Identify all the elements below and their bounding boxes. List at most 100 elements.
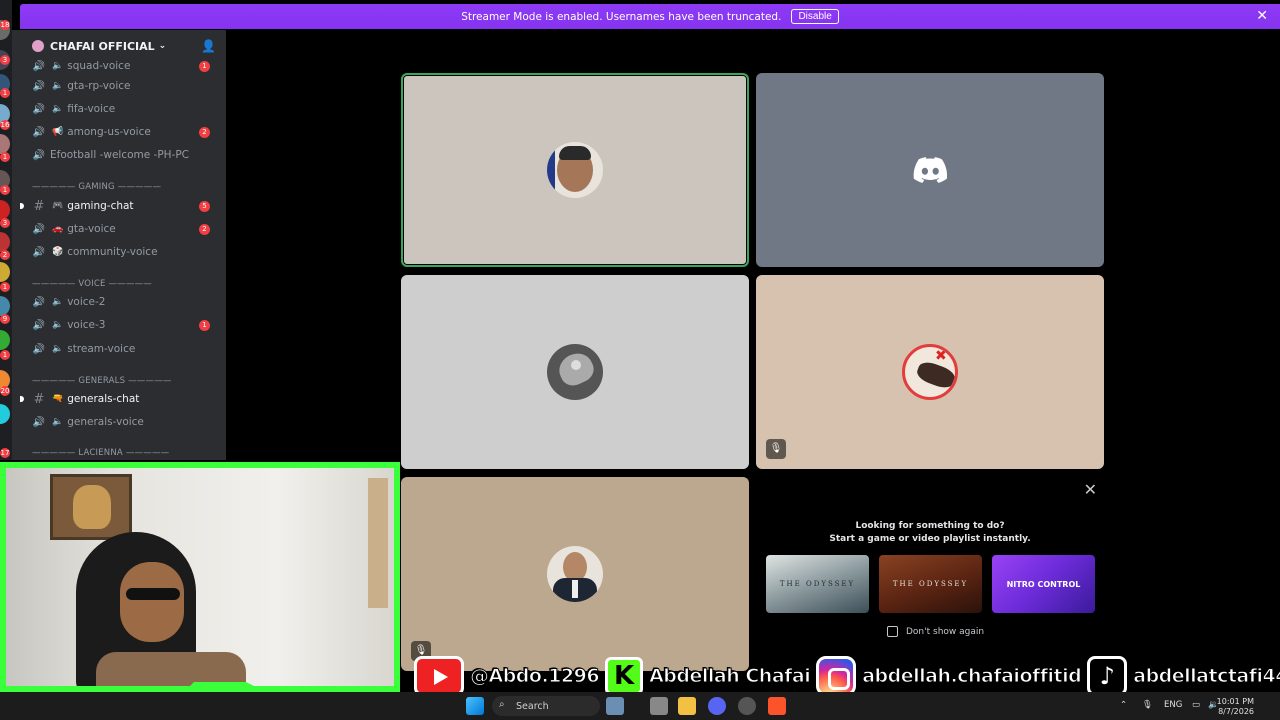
channel-generals-voice[interactable]: 🔊 🔈 generals-voice bbox=[32, 412, 222, 432]
unread-badge: 2 bbox=[199, 223, 210, 235]
speaker-icon: 🔊 bbox=[32, 319, 46, 331]
chevron-down-icon: ⌄ bbox=[158, 41, 167, 51]
channel-voice-3[interactable]: 🔊 🔈 voice-3 1 bbox=[32, 315, 222, 335]
speaker-icon: 🔊 bbox=[32, 126, 46, 138]
speaker-icon: 🔊 bbox=[32, 60, 46, 72]
activity-card[interactable]: THE ODYSSEY bbox=[766, 555, 869, 613]
language-indicator[interactable]: ENG bbox=[1164, 700, 1182, 710]
server-icon[interactable] bbox=[0, 296, 10, 316]
channel-squad-voice[interactable]: 🔊 🔈 squad-voice 1 bbox=[32, 56, 222, 76]
webcam-feed bbox=[6, 468, 394, 686]
user-avatar bbox=[547, 142, 603, 198]
channel-efootball[interactable]: 🔊 Efootball -welcome -PH-PC bbox=[32, 145, 222, 165]
channel-label: gaming-chat bbox=[67, 200, 134, 212]
server-icon[interactable] bbox=[0, 134, 10, 154]
kick-icon: K bbox=[605, 657, 644, 695]
taskbar-clock[interactable]: 10:01 PM 8/7/2026 bbox=[1217, 697, 1254, 717]
activity-title: Looking for something to do? Start a gam… bbox=[755, 520, 1105, 546]
social-bar: @Abdo.1296 K Abdellah Chafai abdellah.ch… bbox=[414, 656, 1280, 696]
dont-show-again-checkbox[interactable]: Don't show again bbox=[887, 626, 984, 637]
channel-generals-chat[interactable]: # 🔫 generals-chat bbox=[20, 389, 222, 409]
voice-tile-3[interactable] bbox=[401, 275, 749, 469]
channel-gaming-chat[interactable]: # 🎮 gaming-chat 5 bbox=[20, 196, 222, 216]
speaker-icon: 🔊 bbox=[32, 343, 46, 355]
channel-emoji-icon: 🔈 bbox=[52, 320, 64, 330]
unread-badge: 1 bbox=[199, 319, 210, 331]
category-generals[interactable]: ————— GENERALS ————— bbox=[32, 376, 172, 386]
network-icon[interactable]: ▭ bbox=[1192, 700, 1200, 710]
taskbar-search[interactable]: ⌕ Search bbox=[492, 696, 600, 716]
channel-label: squad-voice bbox=[67, 60, 131, 72]
invite-people-icon[interactable]: 👤 bbox=[201, 39, 216, 53]
rail-badge: 3 bbox=[0, 218, 10, 228]
channel-gta-rp-voice[interactable]: 🔊 🔈 gta-rp-voice bbox=[32, 76, 222, 96]
hashtag-icon: # bbox=[33, 198, 45, 214]
door bbox=[368, 478, 388, 608]
channel-emoji-icon: 🔈 bbox=[52, 61, 64, 71]
mic-muted-icon: 🎙 bbox=[766, 439, 786, 459]
category-gaming[interactable]: ————— GAMING ————— bbox=[32, 182, 161, 192]
server-icon[interactable] bbox=[0, 330, 10, 350]
file-explorer-icon[interactable] bbox=[678, 697, 696, 715]
rail-badge: 2 bbox=[0, 250, 10, 260]
widgets-icon[interactable] bbox=[606, 697, 624, 715]
obs-icon[interactable] bbox=[738, 697, 756, 715]
category-lacienna[interactable]: ————— LACIENNA ————— bbox=[32, 448, 169, 458]
task-view-icon[interactable] bbox=[650, 697, 668, 715]
tiktok-icon: ♪ bbox=[1087, 656, 1128, 696]
search-label: Search bbox=[516, 700, 549, 712]
chevron-up-icon[interactable]: ⌃ bbox=[1120, 700, 1127, 710]
channel-among-us-voice[interactable]: 🔊 📢 among-us-voice 2 bbox=[32, 122, 222, 142]
activity-card[interactable]: NITRO CONTROL bbox=[992, 555, 1095, 613]
voice-tile-4[interactable]: ✖ 🎙 bbox=[756, 275, 1104, 469]
rail-badge: 16 bbox=[0, 120, 10, 130]
channel-gta-voice[interactable]: 🔊 🚗 gta-voice 2 bbox=[32, 219, 222, 239]
taskbar: ⌕ Search ⌃ 🎙 ENG ▭ 🔉 10:01 PM 8/7/2026 bbox=[0, 692, 1280, 720]
unread-indicator bbox=[20, 396, 24, 402]
channel-label: stream-voice bbox=[67, 343, 136, 355]
server-icon[interactable] bbox=[0, 404, 10, 424]
activity-card[interactable]: THE ODYSSEY bbox=[879, 555, 982, 613]
gun-icon: 🔫 bbox=[52, 394, 64, 404]
unread-badge: 1 bbox=[199, 60, 210, 72]
kick-handle: Abdellah Chafai bbox=[649, 665, 812, 688]
close-icon[interactable]: ✕ bbox=[1256, 8, 1268, 24]
channel-community-voice[interactable]: 🔊 🎲 community-voice bbox=[32, 242, 222, 262]
screen: 18 3 1 16 1 1 3 2 1 9 1 20 17 CHAFAI OFF… bbox=[0, 0, 1280, 720]
channel-label: generals-voice bbox=[67, 416, 144, 428]
voice-tile-1[interactable] bbox=[401, 73, 749, 267]
rail-badge: 17 bbox=[0, 448, 10, 458]
channel-fifa-voice[interactable]: 🔊 🔈 fifa-voice bbox=[32, 99, 222, 119]
rail-badge: 1 bbox=[0, 185, 10, 195]
voice-tile-2[interactable] bbox=[756, 73, 1104, 267]
microphone-icon[interactable]: 🎙 bbox=[1142, 700, 1153, 710]
channel-label: voice-2 bbox=[67, 296, 106, 308]
disable-streamer-mode-button[interactable]: Disable bbox=[791, 9, 839, 24]
streamer-mode-banner: Streamer Mode is enabled. Usernames have… bbox=[20, 4, 1280, 29]
user-avatar bbox=[547, 344, 603, 400]
speaker-icon: 🔊 bbox=[32, 103, 46, 115]
channel-label: gta-rp-voice bbox=[67, 80, 131, 92]
speaker-icon: 🔊 bbox=[32, 416, 46, 428]
speaker-icon: 🔊 bbox=[32, 246, 46, 258]
channel-stream-voice[interactable]: 🔊 🔈 stream-voice bbox=[32, 339, 222, 359]
channel-label: voice-3 bbox=[67, 319, 106, 331]
channel-voice-2[interactable]: 🔊 🔈 voice-2 bbox=[32, 292, 222, 312]
category-voice[interactable]: ————— VOICE ————— bbox=[32, 279, 152, 289]
rail-badge: 1 bbox=[0, 282, 10, 292]
close-icon[interactable]: ✕ bbox=[1084, 480, 1097, 499]
server-icon[interactable] bbox=[0, 232, 10, 252]
activity-cards: THE ODYSSEY THE ODYSSEY NITRO CONTROL bbox=[766, 555, 1095, 613]
rail-badge: 1 bbox=[0, 350, 10, 360]
voice-tile-5[interactable]: 🎙 bbox=[401, 477, 749, 671]
discord-icon[interactable] bbox=[708, 697, 726, 715]
webcam-overlay bbox=[0, 462, 400, 692]
unread-badge: 5 bbox=[199, 200, 210, 212]
server-icon[interactable] bbox=[0, 200, 10, 220]
activity-title-line1: Looking for something to do? bbox=[855, 521, 1005, 531]
card-title: THE ODYSSEY bbox=[779, 580, 856, 588]
brave-icon[interactable] bbox=[768, 697, 786, 715]
server-icon[interactable] bbox=[0, 262, 10, 282]
channel-label: among-us-voice bbox=[67, 126, 151, 138]
windows-start-icon[interactable] bbox=[466, 697, 484, 715]
